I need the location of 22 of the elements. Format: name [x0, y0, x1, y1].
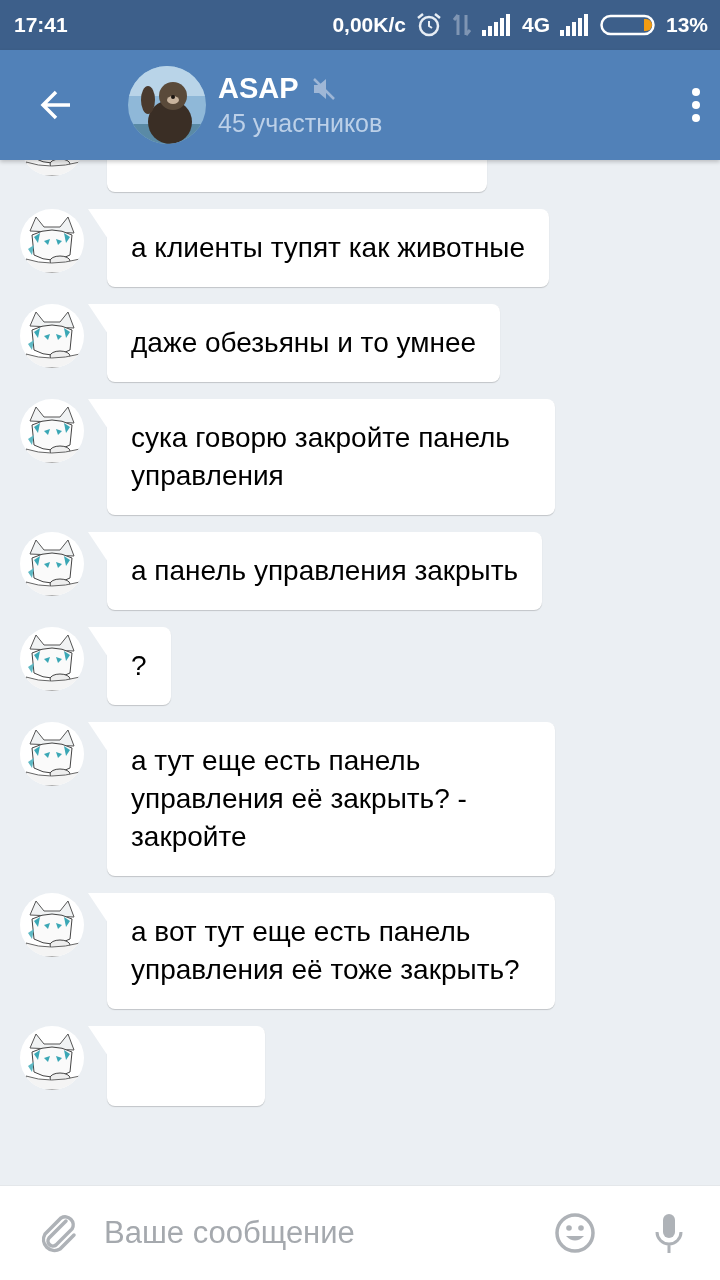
menu-button[interactable] [690, 85, 702, 125]
alarm-icon [415, 12, 442, 38]
message-bubble: а вот тут еще есть панель управления её тоже закрыть? [87, 893, 555, 1009]
clock: 17:41 [14, 13, 68, 37]
data-transfer-icon [451, 13, 472, 37]
message-bubble: ? [87, 627, 171, 705]
network-type: 4G [521, 13, 550, 37]
microphone-button[interactable] [654, 1212, 684, 1254]
battery-icon [599, 13, 656, 37]
message-field[interactable]: Ваше сообщение [102, 1214, 532, 1252]
participant-count: 45 участников [218, 109, 384, 138]
message-bubble: а панель управления закрыть [87, 532, 543, 610]
message-bubble: сука говорю закройте панель управления [87, 399, 555, 515]
message-bubble: даже обезьяны и то умнее [87, 304, 501, 382]
emoji-button[interactable] [554, 1212, 596, 1254]
message-bubble: а клиенты тупят как животные [87, 209, 550, 287]
signal-icon [481, 14, 512, 36]
message-bubble: а тут еще есть панель управления её закрыть? - закройте [87, 722, 555, 876]
network-speed: 0,00K/c [332, 13, 406, 37]
chat-title: ASAP [218, 72, 299, 105]
signal-icon [559, 14, 590, 36]
battery-percent: 13% [665, 13, 708, 37]
